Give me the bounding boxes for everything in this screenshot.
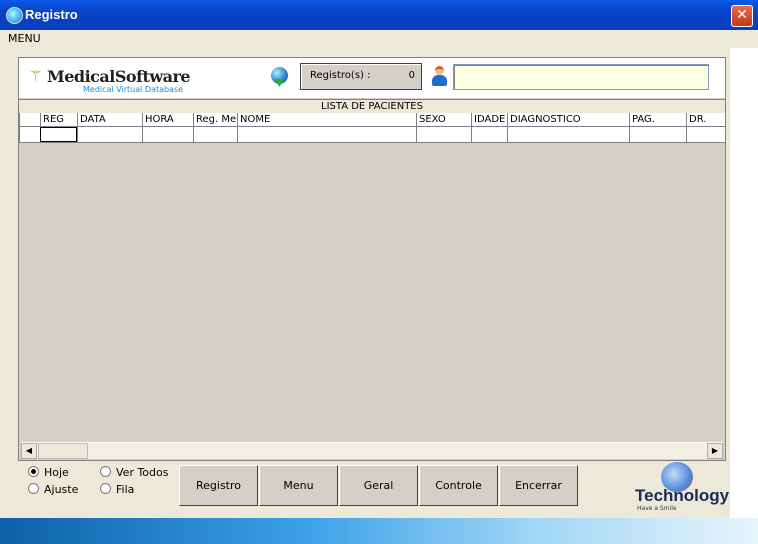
brand-name: Technology (635, 486, 730, 505)
window-edge (730, 48, 758, 518)
row-selector-header (19, 113, 40, 126)
radio-ajuste-label: Ajuste (44, 483, 79, 496)
scroll-right-icon[interactable]: ▶ (707, 443, 723, 459)
column-header-hora[interactable]: HORA (142, 113, 193, 126)
user-head (435, 66, 444, 75)
window-title: Registro (25, 7, 78, 22)
list-title: LISTA DE PACIENTES (19, 99, 725, 114)
column-header-nome[interactable]: NOME (237, 113, 416, 126)
table-cell[interactable] (686, 127, 725, 142)
technology-logo: Technology Have a Smile (633, 462, 733, 514)
title-bar: Registro ✕ (0, 0, 758, 30)
horizontal-scrollbar[interactable]: ◀ ▶ (21, 442, 723, 459)
user-body (432, 75, 447, 86)
table-cell[interactable] (142, 127, 193, 142)
caduceus-icon: ⚚ (29, 67, 43, 85)
table-header: REG DATA HORA Reg. Me NOME SEXO IDADE DI… (19, 113, 725, 127)
table-cell[interactable] (193, 127, 237, 142)
radio-ver-todos-indicator[interactable] (100, 466, 111, 477)
registros-count: 0 (408, 70, 415, 81)
table-empty-area (19, 143, 725, 441)
table-cell[interactable] (237, 127, 416, 142)
controle-button[interactable]: Controle (419, 465, 498, 506)
action-buttons: Registro Menu Geral Controle Encerrar (179, 465, 579, 506)
close-button[interactable]: ✕ (731, 5, 753, 27)
table-cell[interactable] (507, 127, 629, 142)
column-header-idade[interactable]: IDADE (471, 113, 507, 126)
user-field[interactable] (453, 64, 709, 90)
column-header-pag[interactable]: PAG. (629, 113, 686, 126)
panel-header: ⚚ MedicalSoftware Medical Virtual Databa… (19, 58, 725, 98)
encerrar-button[interactable]: Encerrar (499, 465, 578, 506)
brand-slogan: Have a Smile (637, 505, 677, 512)
menu-item[interactable]: MENU (8, 32, 41, 45)
radio-fila[interactable]: Fila (100, 483, 134, 496)
column-header-reg[interactable]: REG (40, 113, 77, 126)
registro-button[interactable]: Registro (179, 465, 258, 506)
logo-subtitle: Medical Virtual Database (83, 85, 184, 94)
table-cell[interactable] (629, 127, 686, 142)
radio-ajuste[interactable]: Ajuste (28, 483, 78, 496)
column-header-reg-me[interactable]: Reg. Me (193, 113, 237, 126)
menu-button[interactable]: Menu (259, 465, 338, 506)
globe-download-icon[interactable] (271, 67, 288, 84)
radio-ver-todos-label: Ver Todos (116, 466, 169, 479)
logo-name: MedicalSoftware (47, 67, 191, 86)
geral-button[interactable]: Geral (339, 465, 418, 506)
column-header-data[interactable]: DATA (77, 113, 142, 126)
column-header-diagnostico[interactable]: DIAGNOSTICO (507, 113, 629, 126)
column-header-sexo[interactable]: SEXO (416, 113, 471, 126)
radio-hoje[interactable]: Hoje (28, 466, 69, 479)
app-globe-icon (6, 7, 23, 24)
row-selector[interactable] (19, 127, 40, 142)
patient-panel: ⚚ MedicalSoftware Medical Virtual Databa… (18, 57, 726, 461)
table-cell-selected[interactable] (40, 127, 77, 142)
scroll-left-icon[interactable]: ◀ (21, 443, 37, 459)
column-header-dr[interactable]: DR. (686, 113, 725, 126)
radio-ajuste-indicator[interactable] (28, 483, 39, 494)
radio-fila-indicator[interactable] (100, 483, 111, 494)
menu-bar: MENU (0, 30, 758, 48)
table-cell[interactable] (416, 127, 471, 142)
registros-label: Registro(s) : (310, 70, 371, 81)
table-cell[interactable] (471, 127, 507, 142)
user-icon (432, 66, 447, 86)
radio-fila-label: Fila (116, 483, 135, 496)
scroll-thumb[interactable] (38, 443, 88, 459)
radio-ver-todos[interactable]: Ver Todos (100, 466, 168, 479)
table-cell[interactable] (77, 127, 142, 142)
radio-hoje-label: Hoje (44, 466, 69, 479)
registros-counter: Registro(s) : 0 (300, 63, 422, 90)
taskbar (0, 518, 758, 544)
table-row[interactable] (19, 127, 725, 143)
radio-hoje-indicator[interactable] (28, 466, 39, 477)
